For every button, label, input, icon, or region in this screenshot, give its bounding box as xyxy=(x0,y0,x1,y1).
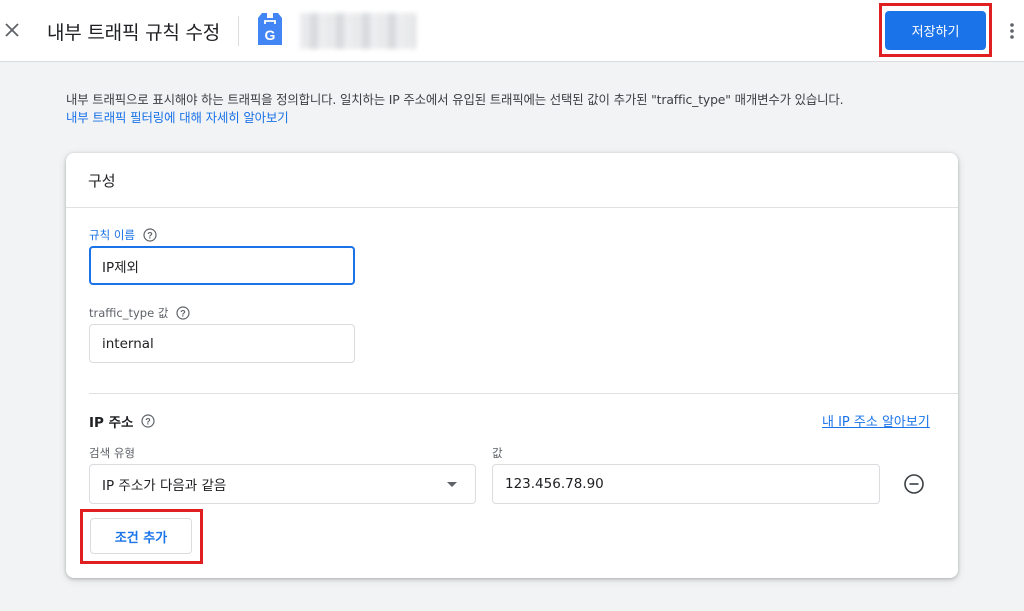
property-name-redacted xyxy=(300,13,416,49)
ip-value-input[interactable] xyxy=(492,464,880,504)
svg-text:?: ? xyxy=(146,417,152,427)
section-divider xyxy=(89,393,958,394)
help-icon[interactable]: ? xyxy=(176,306,191,320)
remove-circle-icon[interactable] xyxy=(903,473,925,495)
traffic-type-label-text: traffic_type 값 xyxy=(89,306,169,320)
add-condition-button[interactable]: 조건 추가 xyxy=(90,518,192,554)
svg-text:G: G xyxy=(265,27,276,43)
card-header-divider xyxy=(66,207,958,208)
save-button[interactable]: 저장하기 xyxy=(885,11,986,50)
svg-text:?: ? xyxy=(181,309,187,319)
ip-section-title-text: IP 주소 xyxy=(89,415,134,431)
help-icon[interactable]: ? xyxy=(141,414,156,428)
match-type-select[interactable]: IP 주소가 다음과 같음 xyxy=(89,464,476,504)
rule-name-label-text: 규칙 이름 xyxy=(89,228,135,242)
find-my-ip-link[interactable]: 내 IP 주소 알아보기 xyxy=(822,411,930,430)
match-type-label: 검색 유형 xyxy=(89,446,135,460)
more-vert-icon xyxy=(1010,23,1014,39)
rule-name-label: 규칙 이름 ? xyxy=(89,227,157,243)
card-title: 구성 xyxy=(88,172,116,190)
learn-more-link[interactable]: 내부 트래픽 필터링에 대해 자세히 알아보기 xyxy=(66,108,289,126)
ip-value-label: 값 xyxy=(492,446,503,460)
rule-name-input[interactable] xyxy=(89,246,355,285)
close-button[interactable] xyxy=(0,18,24,42)
dropdown-caret-icon xyxy=(447,481,457,487)
ip-section-title: IP 주소 ? xyxy=(89,411,156,431)
config-card: 구성 규칙 이름 ? traffic_type 값 ? IP 주소 ? 내 IP… xyxy=(66,153,958,578)
close-icon xyxy=(5,23,19,37)
top-bar: 내부 트래픽 규칙 수정 G 저장하기 xyxy=(0,0,1024,62)
title-divider xyxy=(238,16,239,46)
google-tag-icon: G xyxy=(258,13,282,45)
page-title: 내부 트래픽 규칙 수정 xyxy=(47,22,221,44)
page-description: 내부 트래픽으로 표시해야 하는 트래픽을 정의합니다. 일치하는 IP 주소에… xyxy=(66,92,844,107)
traffic-type-input[interactable] xyxy=(89,324,355,363)
help-icon[interactable]: ? xyxy=(143,228,157,242)
more-options-button[interactable] xyxy=(1000,16,1024,46)
svg-text:?: ? xyxy=(147,231,153,241)
match-type-value: IP 주소가 다음과 같음 xyxy=(102,478,227,494)
traffic-type-label: traffic_type 값 ? xyxy=(89,305,191,321)
